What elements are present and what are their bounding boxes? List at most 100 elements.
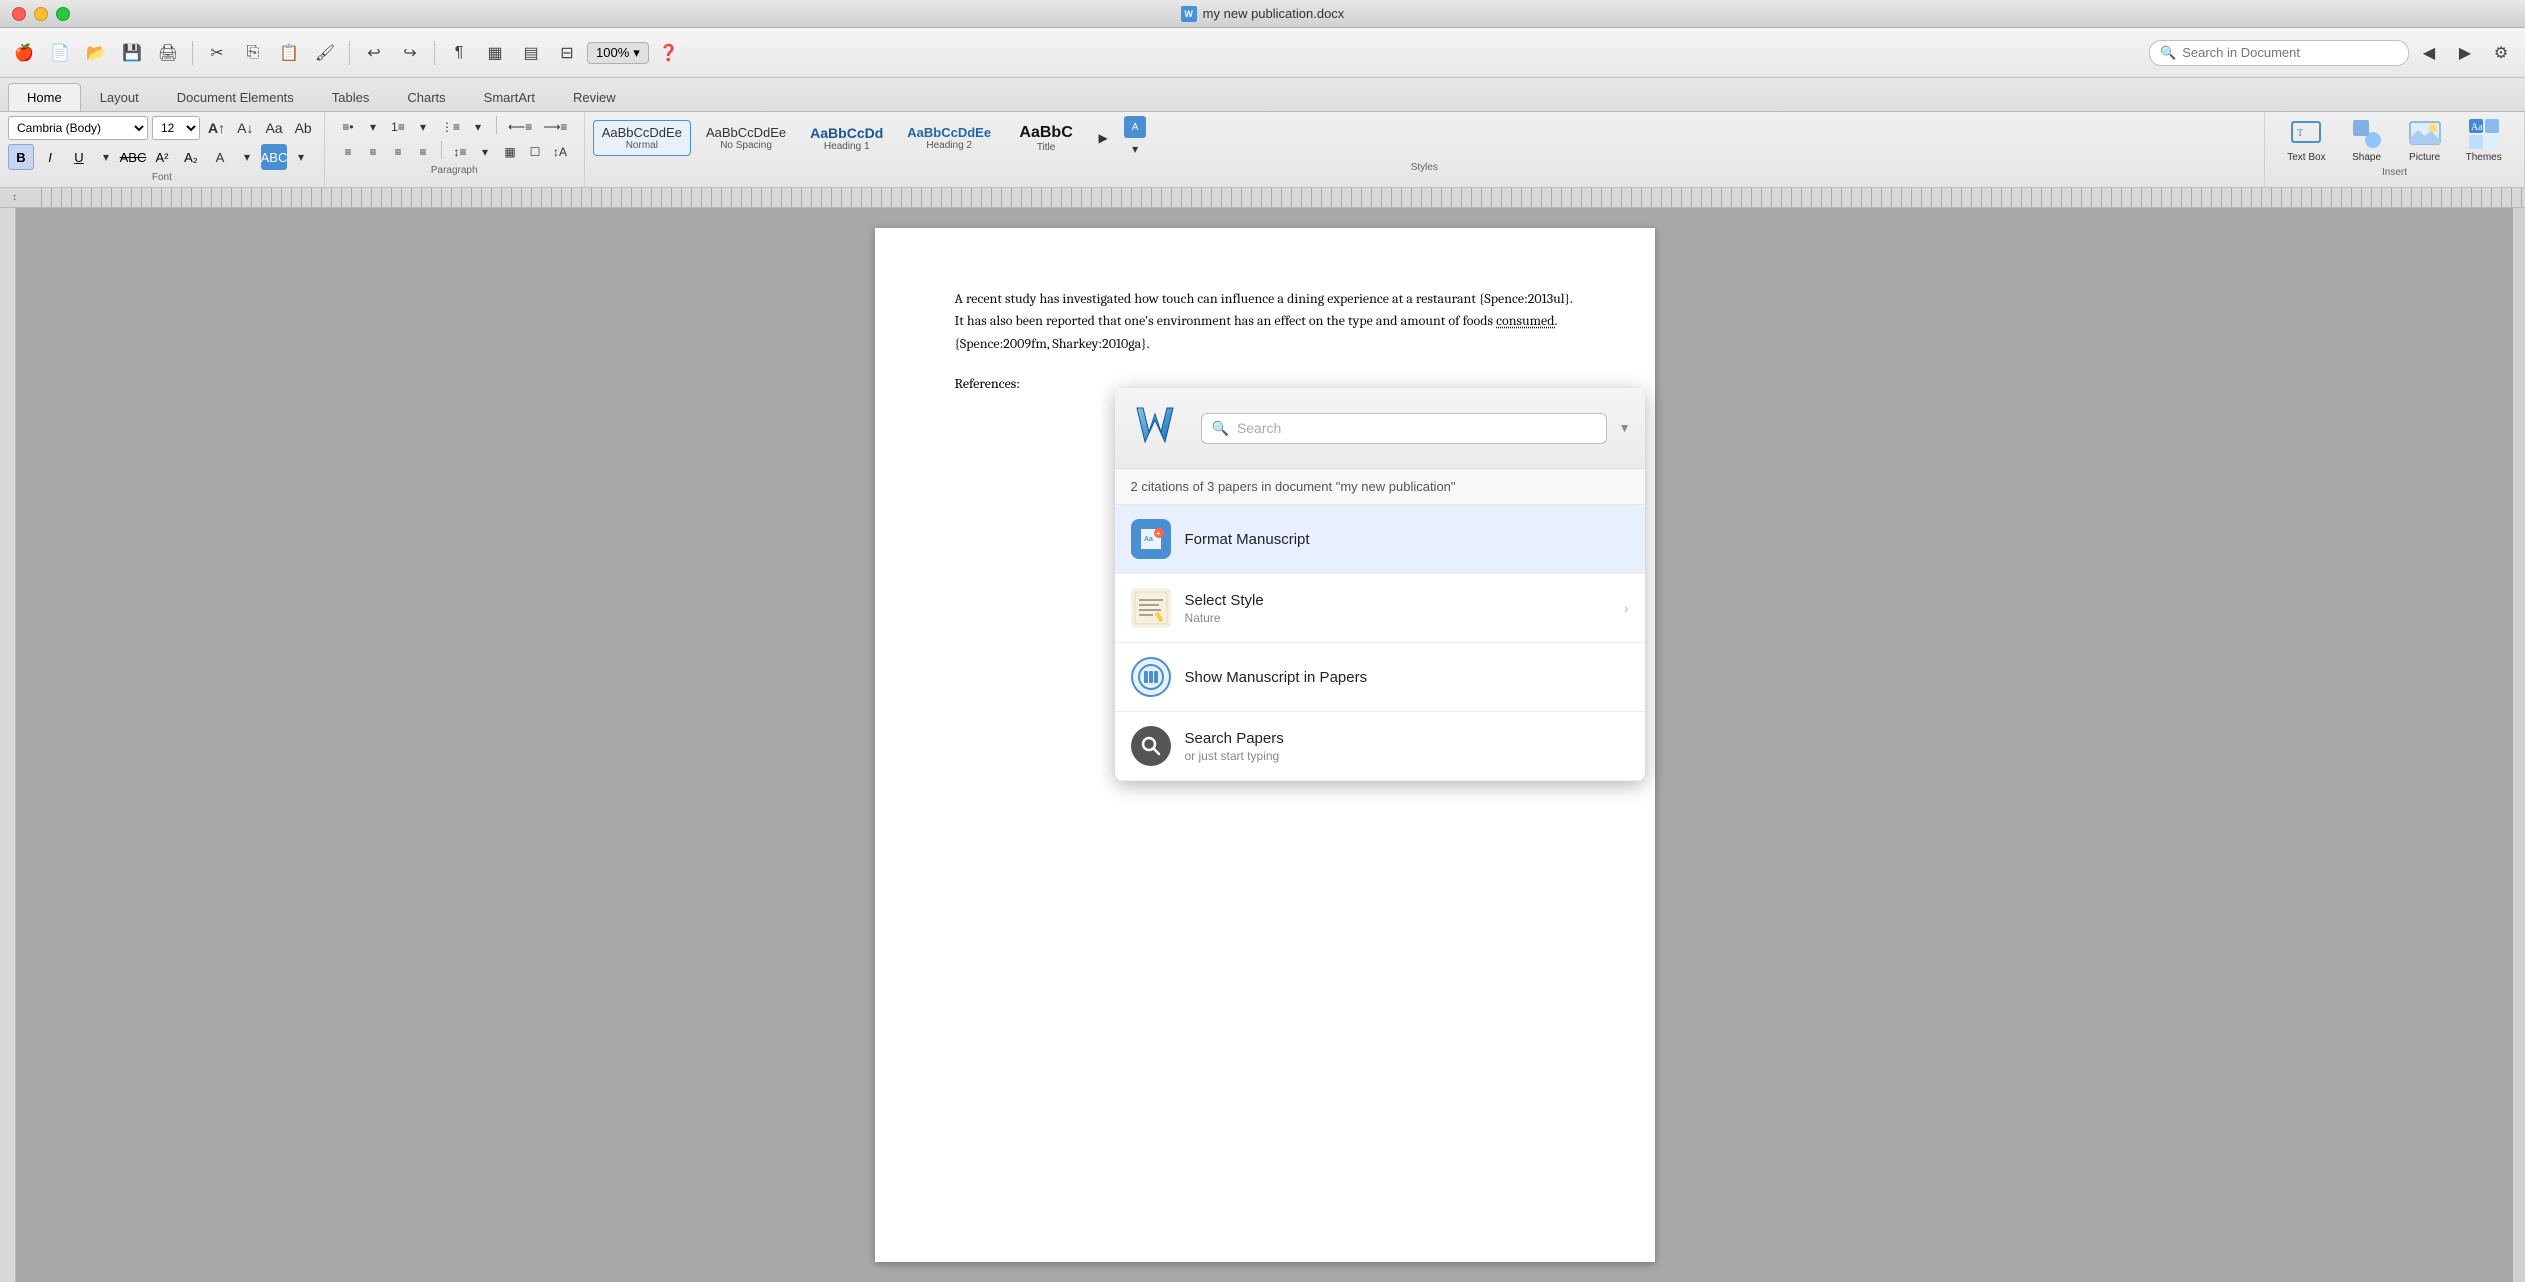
view-button[interactable]: ▦ [479,37,511,69]
font-name-select[interactable]: Cambria (Body) [8,116,148,140]
nav-prev-button[interactable]: ◀ [2413,37,2445,69]
right-scrollbar[interactable] [2513,208,2525,1282]
increase-indent[interactable]: ⟶≡ [539,116,571,138]
minimize-button[interactable] [34,7,48,21]
styles-more[interactable]: A [1120,116,1150,138]
redo-button[interactable]: ↪ [394,37,426,69]
papers-header: 🔍 ▼ [1115,388,1645,469]
main-toolbar: 🍎 📄 📂 💾 🖨 ✂ ⎘ 📋 🖌 ↩ ↪ ¶ ▦ ▤ ⊟ 100% ▾ ❓ 🔍… [0,28,2525,78]
multilevel-dropdown[interactable]: ▾ [467,116,489,138]
tab-tables[interactable]: Tables [313,83,389,111]
styles-dropdown[interactable]: ▾ [1120,138,1150,160]
line-spacing-dropdown[interactable]: ▾ [474,141,496,163]
align-left[interactable]: ≡ [337,141,359,163]
search-papers-icon [1131,726,1171,766]
superscript-button[interactable]: A² [149,144,175,170]
style-heading1[interactable]: AaBbCcDd Heading 1 [801,120,892,157]
tab-layout[interactable]: Layout [81,83,158,111]
copy-button[interactable]: ⎘ [237,37,269,69]
search-papers-item[interactable]: Search Papers or just start typing [1115,712,1645,781]
pilcrow-button[interactable]: ¶ [443,37,475,69]
papers-search-bar[interactable]: 🔍 [1201,413,1607,444]
align-center[interactable]: ≡ [362,141,384,163]
textbox-icon: T [2290,118,2322,150]
font-grow-button[interactable]: A↑ [204,117,229,139]
undo-button[interactable]: ↩ [358,37,390,69]
font-size-select[interactable]: 12 [152,116,200,140]
subscript-button[interactable]: A₂ [178,144,204,170]
tab-charts[interactable]: Charts [388,83,464,111]
tab-document-elements[interactable]: Document Elements [158,83,313,111]
highlight-dropdown[interactable]: ▾ [290,146,312,168]
help-button[interactable]: ❓ [653,37,685,69]
style-heading2[interactable]: AaBbCcDdEe Heading 2 [898,120,1000,156]
zoom-out-button[interactable]: ⊟ [551,37,583,69]
bullets-dropdown[interactable]: ▾ [362,116,384,138]
numbering-button[interactable]: 1≡ [387,116,409,138]
sidebar-button[interactable]: ▤ [515,37,547,69]
clear-format-button[interactable]: Ab [291,117,316,139]
font-color-button[interactable]: A [207,144,233,170]
font-shrink-button[interactable]: A↓ [233,117,257,139]
search-bar[interactable]: 🔍 [2149,40,2409,66]
paste-button[interactable]: 📋 [273,37,305,69]
styles-scroll-right[interactable]: ▶ [1092,127,1114,149]
insert-shape[interactable]: Shape [2342,116,2392,165]
search-input[interactable] [2182,45,2398,60]
cut-button[interactable]: ✂ [201,37,233,69]
tab-review[interactable]: Review [554,83,635,111]
insert-label: Insert [2382,167,2407,178]
format-manuscript-item[interactable]: Aa + Format Manuscript [1115,505,1645,574]
papers-search-input[interactable] [1237,420,1596,436]
multilevel-button[interactable]: ⋮≡ [437,116,464,138]
font-color-dropdown[interactable]: ▾ [236,146,258,168]
horizontal-ruler [32,188,2525,207]
shading-button[interactable]: ▦ [499,141,521,163]
align-right[interactable]: ≡ [387,141,409,163]
style-title[interactable]: AaBbC Title [1006,119,1086,158]
format-button[interactable]: 🖌 [309,37,341,69]
search-papers-text: Search Papers or just start typing [1185,730,1629,763]
borders-button[interactable]: ☐ [524,141,546,163]
italic-button[interactable]: I [37,144,63,170]
sort-button[interactable]: ↕A [549,141,571,163]
nav-next-button[interactable]: ▶ [2449,37,2481,69]
ribbon-font-section: Cambria (Body) 12 A↑ A↓ Aa Ab B I U ▾ AB… [0,112,325,187]
tab-bar: Home Layout Document Elements Tables Cha… [0,78,2525,112]
underline-button[interactable]: U [66,144,92,170]
show-manuscript-item[interactable]: Show Manuscript in Papers [1115,643,1645,712]
save-button[interactable]: 💾 [116,37,148,69]
select-style-item[interactable]: Select Style Nature › [1115,574,1645,643]
bullets-button[interactable]: ≡• [337,116,359,138]
insert-themes[interactable]: Aa Themes [2458,116,2510,165]
close-button[interactable] [12,7,26,21]
decrease-indent[interactable]: ⟵≡ [504,116,536,138]
numbering-dropdown[interactable]: ▾ [412,116,434,138]
apple-menu-button[interactable]: 🍎 [8,37,40,69]
style-no-spacing[interactable]: AaBbCcDdEe No Spacing [697,120,795,156]
print-button[interactable]: 🖨 [152,37,184,69]
change-case-button[interactable]: Aa [261,117,286,139]
insert-textbox[interactable]: T Text Box [2279,116,2333,165]
papers-info: 2 citations of 3 papers in document "my … [1115,469,1645,505]
app-icon: W [1181,6,1197,22]
align-justify[interactable]: ≡ [412,141,434,163]
select-style-text: Select Style Nature [1185,592,1610,625]
papers-dropdown-arrow[interactable]: ▼ [1619,421,1631,435]
insert-picture[interactable]: Picture [2400,116,2450,165]
bold-button[interactable]: B [8,144,34,170]
tab-smartart[interactable]: SmartArt [465,83,554,111]
style-normal[interactable]: AaBbCcDdEe Normal [593,120,691,156]
highlight-button[interactable]: ABC [261,144,287,170]
maximize-button[interactable] [56,7,70,21]
new-button[interactable]: 📄 [44,37,76,69]
strikethrough-button[interactable]: ABC [120,144,146,170]
underline-dropdown[interactable]: ▾ [95,146,117,168]
settings-button[interactable]: ⚙ [2485,37,2517,69]
open-button[interactable]: 📂 [80,37,112,69]
search-icon: 🔍 [2160,45,2176,61]
zoom-control[interactable]: 100% ▾ [587,42,649,64]
line-spacing[interactable]: ↕≡ [449,141,471,163]
tab-home[interactable]: Home [8,83,81,111]
underlined-text: consumed. [1496,312,1557,329]
